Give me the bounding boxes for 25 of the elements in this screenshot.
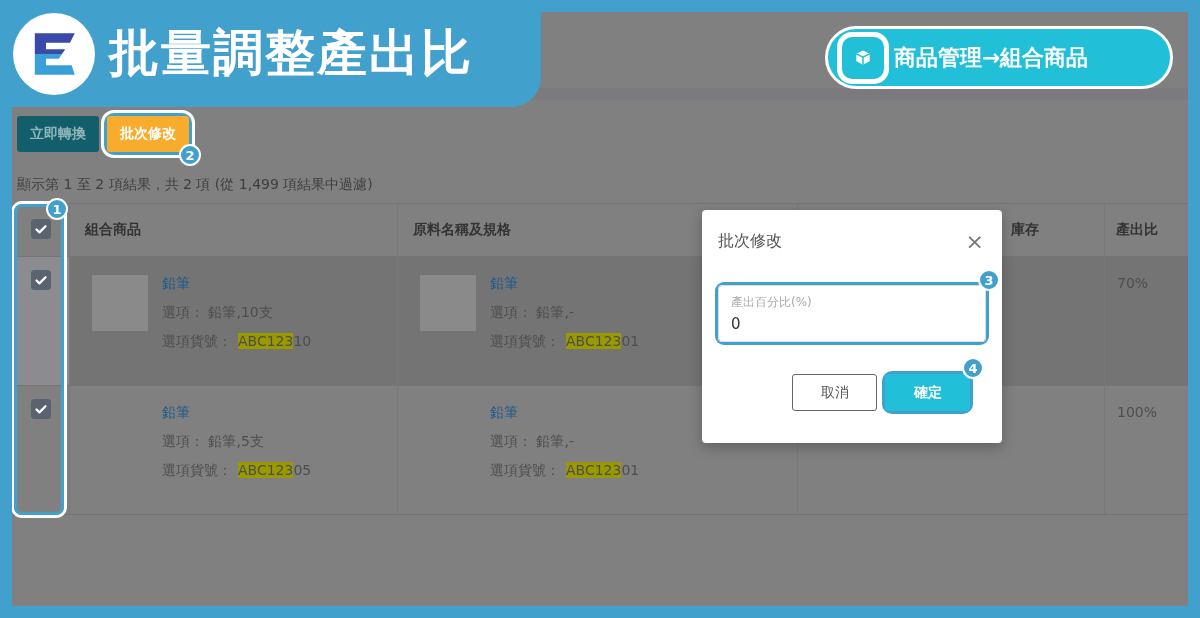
dialog-button[interactable]: 取消 (792, 374, 877, 411)
dialog-button[interactable]: 確定 (885, 374, 970, 411)
column-header: 庫存 (1011, 221, 1039, 239)
item-link[interactable]: 鉛筆 (162, 402, 190, 422)
select-all-checkbox[interactable] (30, 219, 51, 239)
column-header: 組合商品 (85, 221, 141, 239)
close-button[interactable]: × (963, 228, 986, 254)
step-badge: 4 (962, 357, 984, 379)
item-link[interactable]: 鉛筆 (162, 273, 190, 293)
breadcrumb-badge: 商品管理→組合商品 (825, 26, 1173, 89)
row-checkbox[interactable] (30, 399, 51, 419)
step-badge: 2 (179, 144, 201, 166)
results-summary: 顯示第 1 至 2 項結果，共 2 項 (從 1,499 項結果中過濾) (16, 175, 374, 194)
input-field[interactable]: 產出百分比(%) 0 (718, 285, 986, 342)
step-badge: 3 (978, 269, 1000, 291)
toolbar-button[interactable]: 批次修改 (107, 116, 189, 152)
step-badge: 1 (46, 198, 68, 220)
dialog-title: 批次修改 (718, 230, 782, 252)
banner-title: 批量調整產出比 (109, 23, 473, 84)
column-header: 原料名稱及規格 (413, 221, 511, 239)
toolbar-button[interactable]: 立即轉換 (17, 116, 99, 152)
column-header: 產出比 (1116, 221, 1158, 239)
item-link[interactable]: 鉛筆 (490, 273, 518, 293)
item-link[interactable]: 鉛筆 (490, 402, 518, 422)
row-checkbox[interactable] (30, 270, 51, 290)
